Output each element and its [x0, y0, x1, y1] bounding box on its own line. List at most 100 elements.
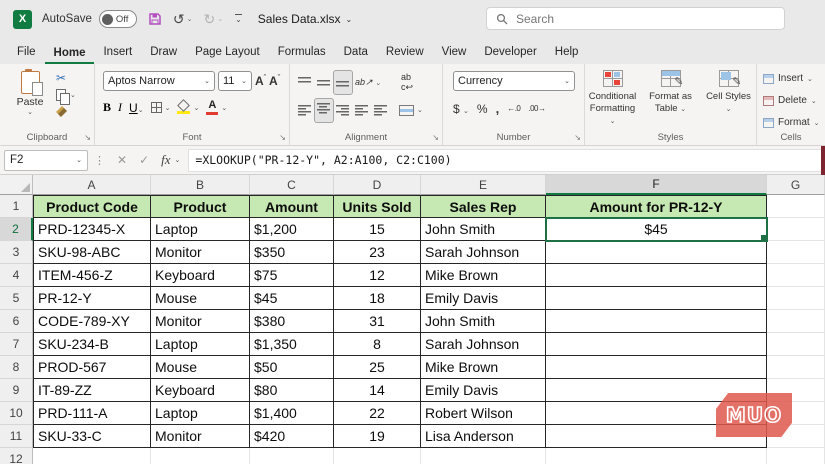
redo-button[interactable]: ↻ ⌄ [203, 12, 223, 26]
column-header-D[interactable]: D [334, 175, 421, 195]
cell-G3[interactable] [767, 241, 825, 264]
wrap-text-button[interactable]: ab c↩ [401, 72, 413, 93]
cell-E5[interactable]: Emily Davis [421, 287, 546, 310]
increase-font-button[interactable]: Aˆ [255, 74, 266, 88]
row-header-12[interactable]: 12 [0, 448, 33, 464]
cell-A3[interactable]: SKU-98-ABC [33, 241, 151, 264]
column-header-F[interactable]: F [546, 175, 767, 195]
cell-F12[interactable] [546, 448, 767, 464]
cell-G1[interactable] [767, 195, 825, 218]
cell-F1[interactable]: Amount for PR-12-Y [546, 195, 767, 218]
cancel-button[interactable]: ✕ [117, 153, 127, 167]
number-dialog-launcher[interactable]: ↘ [574, 134, 581, 142]
customize-quick-access-button[interactable]: ⌄ [235, 14, 242, 24]
cell-D11[interactable]: 19 [334, 425, 421, 448]
font-size-select[interactable]: 11 ⌄ [218, 71, 252, 91]
middle-align-button[interactable] [317, 77, 330, 88]
document-title[interactable]: Sales Data.xlsx ⌄ [258, 12, 352, 26]
format-painter-button[interactable] [56, 106, 67, 117]
tab-home[interactable]: Home [44, 42, 95, 64]
undo-button[interactable]: ↺ ⌄ [173, 12, 193, 26]
name-box[interactable]: F2 ⌄ [4, 149, 88, 171]
row-header-5[interactable]: 5 [0, 287, 33, 310]
cell-D4[interactable]: 12 [334, 264, 421, 287]
cell-D7[interactable]: 8 [334, 333, 421, 356]
cell-A5[interactable]: PR-12-Y [33, 287, 151, 310]
column-header-A[interactable]: A [33, 175, 151, 195]
autosave-toggle[interactable]: Off [98, 10, 137, 28]
cell-styles-button[interactable]: ✎ Cell Styles ⌄ [703, 70, 755, 115]
cell-D2[interactable]: 15 [334, 218, 421, 241]
align-left-button[interactable] [298, 104, 311, 116]
cell-C6[interactable]: $380 [250, 310, 334, 333]
cell-E12[interactable] [421, 448, 546, 464]
format-cells-button[interactable]: Format ⌄ [763, 117, 820, 128]
cell-G8[interactable] [767, 356, 825, 379]
cell-B11[interactable]: Monitor [151, 425, 250, 448]
cell-D1[interactable]: Units Sold [334, 195, 421, 218]
percent-style-button[interactable]: % [477, 102, 488, 116]
cell-D8[interactable]: 25 [334, 356, 421, 379]
cell-B5[interactable]: Mouse [151, 287, 250, 310]
cell-E10[interactable]: Robert Wilson [421, 402, 546, 425]
cell-C7[interactable]: $1,350 [250, 333, 334, 356]
cell-B10[interactable]: Laptop [151, 402, 250, 425]
cell-F8[interactable] [546, 356, 767, 379]
cell-B9[interactable]: Keyboard [151, 379, 250, 402]
cell-D10[interactable]: 22 [334, 402, 421, 425]
copy-button[interactable]: ⌄ [56, 89, 76, 105]
column-header-E[interactable]: E [421, 175, 546, 195]
cell-B2[interactable]: Laptop [151, 218, 250, 241]
cell-C2[interactable]: $1,200 [250, 218, 334, 241]
orientation-button[interactable]: ab↗ ⌄ [355, 77, 381, 88]
cell-D5[interactable]: 18 [334, 287, 421, 310]
cell-E3[interactable]: Sarah Johnson [421, 241, 546, 264]
tab-insert[interactable]: Insert [94, 41, 141, 64]
excel-app-icon[interactable]: X [13, 9, 32, 29]
cell-B12[interactable] [151, 448, 250, 464]
row-header-7[interactable]: 7 [0, 333, 33, 356]
cell-B8[interactable]: Mouse [151, 356, 250, 379]
row-header-9[interactable]: 9 [0, 379, 33, 402]
cell-A8[interactable]: PROD-567 [33, 356, 151, 379]
insert-function-button[interactable]: fx [161, 152, 170, 168]
top-align-button[interactable] [298, 77, 311, 88]
increase-indent-button[interactable] [374, 104, 387, 116]
bottom-align-button[interactable] [332, 70, 353, 95]
comma-style-button[interactable]: , [496, 101, 500, 116]
insert-cells-button[interactable]: Insert ⌄ [763, 73, 813, 84]
font-color-button[interactable]: A ⌄ [206, 100, 227, 115]
borders-button[interactable]: ⌄ [150, 102, 170, 113]
cell-C1[interactable]: Amount [250, 195, 334, 218]
tab-page-layout[interactable]: Page Layout [186, 41, 269, 64]
cell-G12[interactable] [767, 448, 825, 464]
tab-review[interactable]: Review [377, 41, 433, 64]
row-header-1[interactable]: 1 [0, 195, 33, 218]
cell-A1[interactable]: Product Code [33, 195, 151, 218]
cell-A7[interactable]: SKU-234-B [33, 333, 151, 356]
row-header-11[interactable]: 11 [0, 425, 33, 448]
cell-G6[interactable] [767, 310, 825, 333]
cell-A11[interactable]: SKU-33-C [33, 425, 151, 448]
tab-file[interactable]: File [8, 41, 45, 64]
cell-D6[interactable]: 31 [334, 310, 421, 333]
cell-B7[interactable]: Laptop [151, 333, 250, 356]
cell-E11[interactable]: Lisa Anderson [421, 425, 546, 448]
row-header-10[interactable]: 10 [0, 402, 33, 425]
select-all-corner[interactable] [0, 175, 33, 195]
decrease-indent-button[interactable] [355, 104, 368, 116]
column-header-B[interactable]: B [151, 175, 250, 195]
align-right-button[interactable] [336, 104, 349, 116]
cell-A9[interactable]: IT-89-ZZ [33, 379, 151, 402]
cell-C12[interactable] [250, 448, 334, 464]
fill-color-button[interactable]: ⌄ [177, 99, 199, 114]
cell-A10[interactable]: PRD-111-A [33, 402, 151, 425]
decrease-decimal-button[interactable]: .00→ [528, 104, 546, 113]
cell-F5[interactable] [546, 287, 767, 310]
cell-D3[interactable]: 23 [334, 241, 421, 264]
cell-E1[interactable]: Sales Rep [421, 195, 546, 218]
row-header-4[interactable]: 4 [0, 264, 33, 287]
save-button[interactable] [148, 12, 162, 26]
cell-C10[interactable]: $1,400 [250, 402, 334, 425]
cell-C9[interactable]: $80 [250, 379, 334, 402]
